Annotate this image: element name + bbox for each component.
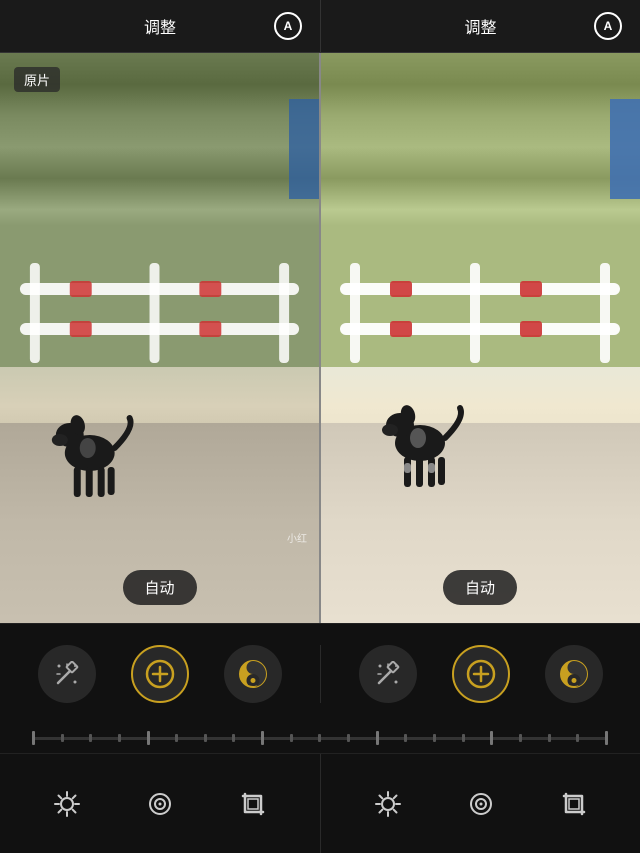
scrubber-bar[interactable] (0, 723, 640, 753)
header-title-left: 调整 (144, 14, 176, 38)
tick (404, 734, 407, 742)
header-title-right: 调整 (464, 14, 496, 38)
bottom-toolbar (0, 753, 640, 853)
tools-bar (0, 623, 640, 723)
plus-circle-tool-left[interactable] (131, 645, 189, 703)
fence-right (320, 53, 640, 623)
tick (89, 734, 92, 742)
watermark-left: 小红 (287, 530, 307, 545)
photo-left-bg (0, 53, 319, 623)
tick (490, 731, 493, 745)
auto-button-left[interactable]: 自动 (122, 570, 196, 605)
tick (519, 734, 522, 742)
brightness-tool-right[interactable] (373, 789, 403, 819)
brightness-tool-left[interactable] (52, 789, 82, 819)
tick (232, 734, 235, 742)
brightness-icon-left (52, 789, 82, 819)
tick (462, 734, 465, 742)
crop-icon-right (559, 789, 589, 819)
tick (32, 731, 35, 745)
loop-icon-right (466, 789, 496, 819)
wand-icon-left (54, 661, 80, 687)
tick (605, 731, 608, 745)
brightness-icon-right (373, 789, 403, 819)
wand-tool-right[interactable] (359, 645, 417, 703)
tick (576, 734, 579, 742)
tools-right (320, 645, 640, 703)
tick (548, 734, 551, 742)
tone-icon-left (237, 658, 269, 690)
photo-right-bg (320, 53, 640, 623)
header-icon-left[interactable]: A (274, 12, 302, 40)
scrubber-track[interactable] (32, 737, 608, 740)
header-right: 调整 A (320, 0, 640, 53)
original-label: 原片 (14, 67, 60, 92)
plus-circle-tool-right[interactable] (452, 645, 510, 703)
tick (204, 734, 207, 742)
loop-tool-left[interactable] (145, 789, 175, 819)
header-icon-right[interactable]: A (594, 12, 622, 40)
tone-icon-right (558, 658, 590, 690)
tick (376, 731, 379, 745)
tools-left (0, 645, 320, 703)
bottom-tools-left (0, 754, 320, 853)
wand-icon-right (375, 661, 401, 687)
image-right: 自动 (320, 53, 640, 623)
tone-tool-left[interactable] (224, 645, 282, 703)
tone-tool-right[interactable] (545, 645, 603, 703)
crop-icon-left (238, 789, 268, 819)
auto-button-right[interactable]: 自动 (443, 570, 517, 605)
tick (433, 734, 436, 742)
image-left: 原片 小红 自动 (0, 53, 320, 623)
tick (61, 734, 64, 742)
bottom-tools-right (320, 754, 640, 853)
header-left: 调整 A (0, 0, 320, 53)
crop-tool-left[interactable] (238, 789, 268, 819)
tick (261, 731, 264, 745)
plus-circle-icon-left (143, 657, 177, 691)
crop-tool-right[interactable] (559, 789, 589, 819)
loop-tool-right[interactable] (466, 789, 496, 819)
loop-icon-left (145, 789, 175, 819)
tick (318, 734, 321, 742)
plus-circle-icon-right (464, 657, 498, 691)
tick (347, 734, 350, 742)
tick (147, 731, 150, 745)
tick (175, 734, 178, 742)
scrubber-dots (32, 731, 608, 745)
image-divider (319, 53, 321, 623)
tick (290, 734, 293, 742)
tick (118, 734, 121, 742)
wand-tool-left[interactable] (38, 645, 96, 703)
header-bar: 调整 A 调整 A (0, 0, 640, 53)
fence-left (0, 53, 319, 623)
